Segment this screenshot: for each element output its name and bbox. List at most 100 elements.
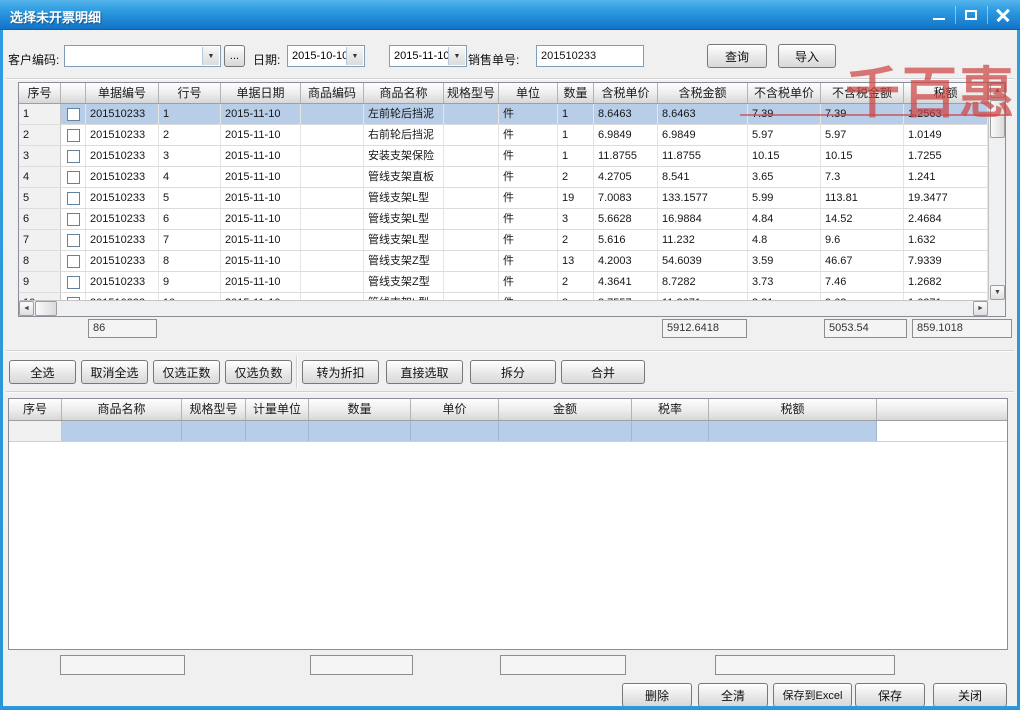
close-dialog-button[interactable]: 关闭: [933, 683, 1007, 707]
grid-cell: [61, 188, 86, 208]
selected-empty-row[interactable]: [9, 421, 1007, 442]
grid-cell: 5.97: [748, 125, 821, 145]
scroll-right-icon[interactable]: ►: [973, 301, 988, 316]
column-header[interactable]: 规格型号: [444, 83, 499, 103]
grid-cell: 7.39: [748, 104, 821, 124]
vertical-scroll-thumb[interactable]: [990, 100, 1005, 138]
chevron-down-icon[interactable]: ▼: [448, 47, 465, 65]
clear-all-button[interactable]: 全清: [698, 683, 768, 707]
close-button[interactable]: [988, 4, 1018, 26]
table-header-row: 序号 单据编号行号单据日期商品编码商品名称规格型号单位数量含税单价含税金额不含税单…: [19, 83, 988, 104]
table-row[interactable]: 720151023372015-11-10管线支架L型件25.61611.232…: [19, 230, 988, 251]
import-button[interactable]: 导入: [778, 44, 836, 68]
column-header[interactable]: 单位: [499, 83, 558, 103]
column-header[interactable]: 税率: [632, 399, 709, 420]
chevron-down-icon[interactable]: ▼: [202, 47, 219, 65]
row-checkbox[interactable]: [67, 129, 80, 142]
column-header[interactable]: 数量: [558, 83, 594, 103]
title-bar[interactable]: 选择未开票明细: [0, 0, 1020, 30]
scroll-left-icon[interactable]: ◄: [19, 301, 34, 316]
column-header[interactable]: 税额: [904, 83, 988, 103]
save-button[interactable]: 保存: [855, 683, 925, 707]
row-checkbox[interactable]: [67, 108, 80, 121]
row-checkbox[interactable]: [67, 234, 80, 247]
column-header[interactable]: 规格型号: [182, 399, 246, 420]
row-checkbox[interactable]: [67, 276, 80, 289]
customer-code-combo[interactable]: ▼: [64, 45, 221, 67]
column-header[interactable]: [61, 83, 86, 103]
column-header[interactable]: 商品名称: [62, 399, 182, 420]
grid-cell: 201510233: [86, 272, 159, 292]
select-negative-button[interactable]: 仅选负数: [225, 360, 292, 384]
row-checkbox[interactable]: [67, 150, 80, 163]
column-header[interactable]: 不含税单价: [748, 83, 821, 103]
column-header[interactable]: 计量单位: [246, 399, 309, 420]
direct-select-button[interactable]: 直接选取: [386, 360, 463, 384]
grid-cell: [9, 421, 62, 441]
grid-cell: [444, 125, 499, 145]
grid-cell: [61, 125, 86, 145]
table-row[interactable]: 420151023342015-11-10管线支架直板件24.27058.541…: [19, 167, 988, 188]
select-all-button[interactable]: 全选: [9, 360, 76, 384]
footer-field-1[interactable]: [60, 655, 185, 675]
select-positive-button[interactable]: 仅选正数: [153, 360, 220, 384]
table-row[interactable]: 620151023362015-11-10管线支架L型件35.662816.98…: [19, 209, 988, 230]
table-row[interactable]: 320151023332015-11-10安装支架保险件111.875511.8…: [19, 146, 988, 167]
table-row[interactable]: 120151023312015-11-10左前轮后挡泥件18.64638.646…: [19, 104, 988, 125]
query-button[interactable]: 查询: [707, 44, 767, 68]
horizontal-scrollbar[interactable]: ◄ ►: [19, 300, 988, 316]
sales-no-input[interactable]: [536, 45, 644, 67]
footer-field-3[interactable]: [500, 655, 626, 675]
separator: [6, 391, 1014, 393]
window-border-bottom: [0, 706, 1020, 710]
column-header[interactable]: 行号: [159, 83, 221, 103]
column-header[interactable]: 含税金额: [658, 83, 748, 103]
grid-cell: 2015-11-10: [221, 209, 301, 229]
footer-field-2[interactable]: [310, 655, 413, 675]
column-header[interactable]: 含税单价: [594, 83, 658, 103]
column-header[interactable]: 单价: [411, 399, 499, 420]
row-checkbox[interactable]: [67, 192, 80, 205]
deselect-all-button[interactable]: 取消全选: [81, 360, 148, 384]
chevron-down-icon[interactable]: ▼: [346, 47, 363, 65]
scroll-up-icon[interactable]: ▲: [990, 83, 1005, 98]
column-header[interactable]: 单据编号: [86, 83, 159, 103]
grid-cell: 8.7282: [658, 272, 748, 292]
grid-cell: [301, 230, 364, 250]
table-row[interactable]: 820151023382015-11-10管线支架Z型件134.200354.6…: [19, 251, 988, 272]
grid-cell: 11.8755: [658, 146, 748, 166]
column-header[interactable]: 序号: [19, 83, 61, 103]
customer-browse-button[interactable]: ...: [224, 45, 245, 67]
table-row[interactable]: 920151023392015-11-10管线支架Z型件24.36418.728…: [19, 272, 988, 293]
column-header[interactable]: 金额: [499, 399, 632, 420]
table-row[interactable]: 520151023352015-11-10管线支架L型件197.0083133.…: [19, 188, 988, 209]
save-to-excel-button[interactable]: 保存到Excel: [773, 683, 852, 707]
grid-cell: 201510233: [86, 230, 159, 250]
column-header[interactable]: 税额: [709, 399, 877, 420]
date-from-combo[interactable]: 2015-10-10 ▼: [287, 45, 365, 67]
column-header[interactable]: 单据日期: [221, 83, 301, 103]
delete-button[interactable]: 删除: [622, 683, 692, 707]
merge-button[interactable]: 合并: [561, 360, 645, 384]
footer-field-4[interactable]: [715, 655, 895, 675]
column-header[interactable]: 序号: [9, 399, 62, 420]
table-row[interactable]: 10201510233102015-11-10管线支架L型件33.755711.…: [19, 293, 988, 300]
horizontal-scroll-thumb[interactable]: [35, 301, 57, 316]
column-header[interactable]: 商品编码: [301, 83, 364, 103]
row-checkbox[interactable]: [67, 255, 80, 268]
table-row[interactable]: 220151023322015-11-10右前轮后挡泥件16.98496.984…: [19, 125, 988, 146]
column-header[interactable]: 数量: [309, 399, 411, 420]
grid-cell: 5.97: [821, 125, 904, 145]
scroll-down-icon[interactable]: ▼: [990, 285, 1005, 300]
column-header[interactable]: 不含税金额: [821, 83, 904, 103]
column-header[interactable]: 商品名称: [364, 83, 444, 103]
minimize-button[interactable]: [924, 4, 954, 26]
split-button[interactable]: 拆分: [470, 360, 556, 384]
row-checkbox[interactable]: [67, 171, 80, 184]
convert-discount-button[interactable]: 转为折扣: [302, 360, 379, 384]
vertical-scrollbar[interactable]: ▲ ▼: [988, 83, 1005, 300]
row-checkbox[interactable]: [67, 213, 80, 226]
maximize-button[interactable]: [956, 4, 986, 26]
grid-cell: 4.3641: [594, 272, 658, 292]
date-to-combo[interactable]: 2015-11-10 ▼: [389, 45, 467, 67]
